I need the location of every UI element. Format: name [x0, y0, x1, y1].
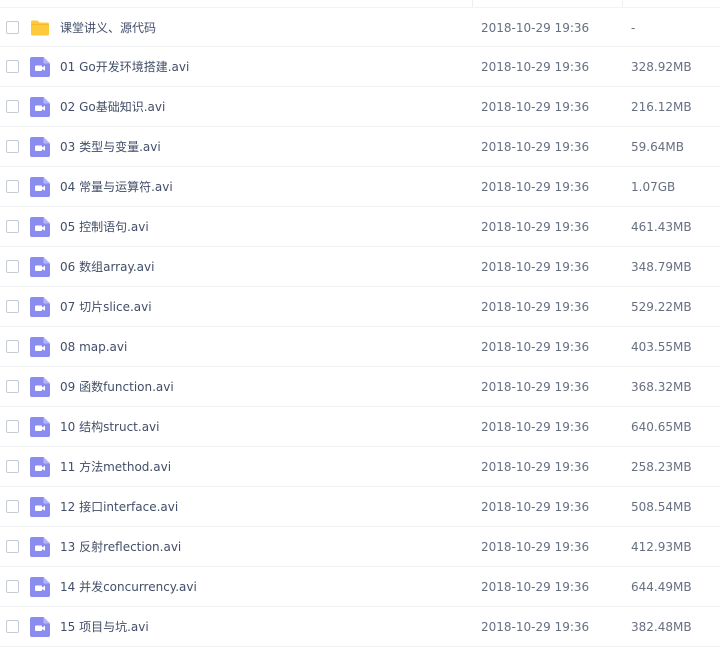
file-size: 368.32MB [631, 380, 692, 394]
file-name[interactable]: 06 数组array.avi [60, 259, 154, 275]
folder-icon [30, 18, 50, 38]
file-row[interactable]: 02 Go基础知识.avi 2018-10-29 19:36 216.12MB [0, 87, 720, 127]
row-checkbox[interactable] [6, 140, 19, 153]
file-modified-date: 2018-10-29 19:36 [481, 540, 590, 554]
video-file-icon [30, 97, 50, 117]
file-modified-date: 2018-10-29 19:36 [481, 460, 590, 474]
file-modified-date: 2018-10-29 19:36 [481, 220, 590, 234]
row-checkbox[interactable] [6, 420, 19, 433]
file-name[interactable]: 02 Go基础知识.avi [60, 99, 165, 115]
file-name[interactable]: 12 接口interface.avi [60, 499, 178, 515]
file-modified-date: 2018-10-29 19:36 [481, 100, 590, 114]
file-row[interactable]: 05 控制语句.avi 2018-10-29 19:36 461.43MB [0, 207, 720, 247]
file-modified-date: 2018-10-29 19:36 [481, 340, 590, 354]
file-row[interactable]: 04 常量与运算符.avi 2018-10-29 19:36 1.07GB [0, 167, 720, 207]
file-name[interactable]: 13 反射reflection.avi [60, 539, 181, 555]
video-file-icon [30, 377, 50, 397]
file-name[interactable]: 04 常量与运算符.avi [60, 179, 173, 195]
file-name[interactable]: 14 并发concurrency.avi [60, 579, 197, 595]
file-row[interactable]: 14 并发concurrency.avi 2018-10-29 19:36 64… [0, 567, 720, 607]
file-name[interactable]: 01 Go开发环境搭建.avi [60, 59, 189, 75]
file-name[interactable]: 09 函数function.avi [60, 379, 174, 395]
file-name[interactable]: 15 项目与坑.avi [60, 619, 149, 635]
file-row[interactable]: 01 Go开发环境搭建.avi 2018-10-29 19:36 328.92M… [0, 47, 720, 87]
file-row[interactable]: 10 结构struct.avi 2018-10-29 19:36 640.65M… [0, 407, 720, 447]
file-modified-date: 2018-10-29 19:36 [481, 300, 590, 314]
video-file-icon [30, 217, 50, 237]
file-size: - [631, 21, 636, 35]
video-file-icon [30, 417, 50, 437]
file-size: 1.07GB [631, 180, 676, 194]
row-checkbox[interactable] [6, 60, 19, 73]
file-modified-date: 2018-10-29 19:36 [481, 260, 590, 274]
row-checkbox[interactable] [6, 500, 19, 513]
file-name[interactable]: 课堂讲义、源代码 [60, 20, 156, 36]
file-name[interactable]: 07 切片slice.avi [60, 299, 152, 315]
video-file-icon [30, 297, 50, 317]
file-modified-date: 2018-10-29 19:36 [481, 60, 590, 74]
file-row[interactable]: 11 方法method.avi 2018-10-29 19:36 258.23M… [0, 447, 720, 487]
file-size: 412.93MB [631, 540, 692, 554]
row-checkbox[interactable] [6, 620, 19, 633]
row-checkbox[interactable] [6, 180, 19, 193]
file-name[interactable]: 03 类型与变量.avi [60, 139, 161, 155]
file-modified-date: 2018-10-29 19:36 [481, 500, 590, 514]
row-checkbox[interactable] [6, 260, 19, 273]
column-divider-date [472, 0, 473, 7]
file-modified-date: 2018-10-29 19:36 [481, 620, 590, 634]
file-size: 461.43MB [631, 220, 692, 234]
file-size: 403.55MB [631, 340, 692, 354]
file-name[interactable]: 05 控制语句.avi [60, 219, 149, 235]
file-size: 382.48MB [631, 620, 692, 634]
file-size: 348.79MB [631, 260, 692, 274]
row-checkbox[interactable] [6, 100, 19, 113]
file-size: 216.12MB [631, 100, 692, 114]
video-file-icon [30, 617, 50, 637]
video-file-icon [30, 177, 50, 197]
file-name[interactable]: 08 map.avi [60, 339, 127, 355]
row-checkbox[interactable] [6, 340, 19, 353]
file-modified-date: 2018-10-29 19:36 [481, 140, 590, 154]
file-row[interactable]: 12 接口interface.avi 2018-10-29 19:36 508.… [0, 487, 720, 527]
row-checkbox[interactable] [6, 300, 19, 313]
video-file-icon [30, 577, 50, 597]
file-size: 508.54MB [631, 500, 692, 514]
video-file-icon [30, 137, 50, 157]
file-name[interactable]: 11 方法method.avi [60, 459, 171, 475]
file-size: 328.92MB [631, 60, 692, 74]
file-row[interactable]: 09 函数function.avi 2018-10-29 19:36 368.3… [0, 367, 720, 407]
video-file-icon [30, 337, 50, 357]
file-row[interactable]: 13 反射reflection.avi 2018-10-29 19:36 412… [0, 527, 720, 567]
file-modified-date: 2018-10-29 19:36 [481, 380, 590, 394]
row-checkbox[interactable] [6, 220, 19, 233]
file-row[interactable]: 07 切片slice.avi 2018-10-29 19:36 529.22MB [0, 287, 720, 327]
file-size: 644.49MB [631, 580, 692, 594]
row-checkbox[interactable] [6, 380, 19, 393]
file-size: 640.65MB [631, 420, 692, 434]
file-row[interactable]: 课堂讲义、源代码 2018-10-29 19:36 - [0, 7, 720, 47]
file-modified-date: 2018-10-29 19:36 [481, 21, 590, 35]
file-modified-date: 2018-10-29 19:36 [481, 180, 590, 194]
video-file-icon [30, 457, 50, 477]
column-divider-size [622, 0, 623, 7]
row-checkbox[interactable] [6, 460, 19, 473]
file-row[interactable]: 03 类型与变量.avi 2018-10-29 19:36 59.64MB [0, 127, 720, 167]
row-checkbox[interactable] [6, 580, 19, 593]
file-row[interactable]: 15 项目与坑.avi 2018-10-29 19:36 382.48MB [0, 607, 720, 647]
video-file-icon [30, 57, 50, 77]
file-size: 59.64MB [631, 140, 684, 154]
file-list: 课堂讲义、源代码 2018-10-29 19:36 - 01 Go开发环境搭建.… [0, 7, 720, 647]
video-file-icon [30, 257, 50, 277]
file-size: 529.22MB [631, 300, 692, 314]
file-name[interactable]: 10 结构struct.avi [60, 419, 160, 435]
video-file-icon [30, 537, 50, 557]
file-size: 258.23MB [631, 460, 692, 474]
file-row[interactable]: 06 数组array.avi 2018-10-29 19:36 348.79MB [0, 247, 720, 287]
file-modified-date: 2018-10-29 19:36 [481, 420, 590, 434]
row-checkbox[interactable] [6, 540, 19, 553]
video-file-icon [30, 497, 50, 517]
file-modified-date: 2018-10-29 19:36 [481, 580, 590, 594]
file-row[interactable]: 08 map.avi 2018-10-29 19:36 403.55MB [0, 327, 720, 367]
row-checkbox[interactable] [6, 21, 19, 34]
